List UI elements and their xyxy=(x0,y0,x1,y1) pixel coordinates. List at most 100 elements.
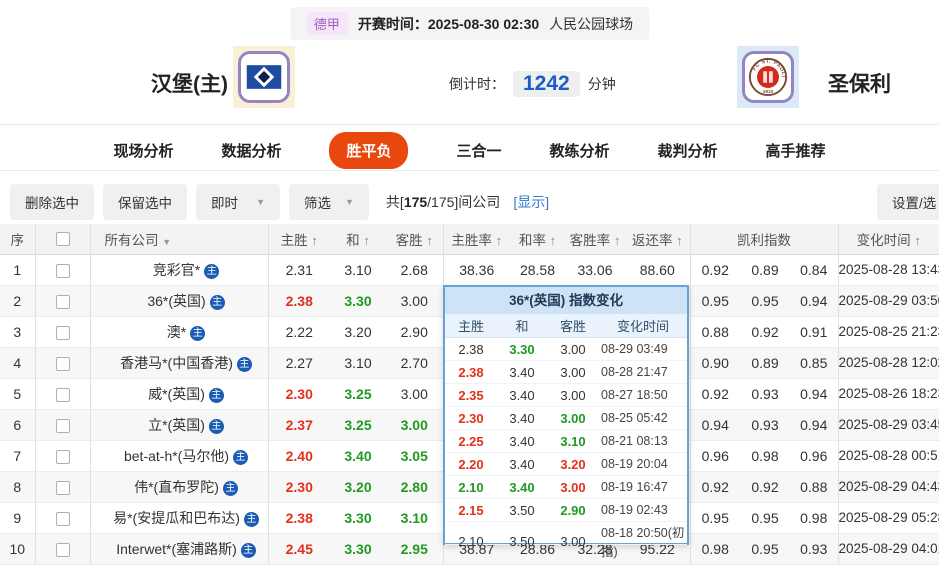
odds-draw[interactable]: 3.30 xyxy=(330,285,386,317)
tab-referee-analysis[interactable]: 裁判分析 xyxy=(658,140,718,161)
kelly-cell: 0.85 xyxy=(790,347,839,379)
show-link[interactable]: [显示] xyxy=(513,192,549,212)
header-away-rate[interactable]: 客胜率 ↑ xyxy=(565,224,625,255)
tab-live-analysis[interactable]: 现场分析 xyxy=(113,140,173,161)
odds-away[interactable]: 2.95 xyxy=(386,533,444,565)
header-return-rate[interactable]: 返还率 ↑ xyxy=(625,224,691,255)
settings-button[interactable]: 设置/选 xyxy=(877,184,939,220)
odds-draw[interactable]: 3.25 xyxy=(330,378,386,410)
row-checkbox xyxy=(55,449,70,464)
odds-away[interactable]: 3.10 xyxy=(386,502,444,534)
company-cell[interactable]: 澳* 主 xyxy=(90,316,269,348)
tab-expert-picks[interactable]: 高手推荐 xyxy=(766,140,826,161)
company-cell[interactable]: 伟*(直布罗陀) 主 xyxy=(90,471,269,503)
company-cell[interactable]: 威*(英国) 主 xyxy=(90,378,269,410)
row-select-cell[interactable] xyxy=(35,285,91,317)
company-name: 伟*(直布罗陀) xyxy=(134,478,219,495)
header-kelly[interactable]: 凯利指数 xyxy=(690,224,839,255)
tab-win-draw-lose[interactable]: 胜平负 xyxy=(329,132,409,169)
row-select-cell[interactable] xyxy=(35,378,91,410)
kelly-cell: 0.89 xyxy=(740,347,790,379)
mode-dropdown[interactable]: 即时 ▼ xyxy=(196,184,280,220)
header-away-odds[interactable]: 客胜 ↑ xyxy=(386,224,444,255)
odds-draw[interactable]: 3.10 xyxy=(330,254,386,286)
change-time: 2025-08-29 05:28 xyxy=(838,502,939,534)
odds-home[interactable]: 2.38 xyxy=(268,285,330,317)
home-badge-icon: 主 xyxy=(236,356,252,372)
odds-home[interactable]: 2.31 xyxy=(268,254,330,286)
company-cell[interactable]: 立*(英国) 主 xyxy=(90,409,269,441)
odds-draw[interactable]: 3.30 xyxy=(330,533,386,565)
popup-away-odds: 3.00 xyxy=(560,410,586,426)
popup-draw-odds: 3.40 xyxy=(509,387,535,403)
odds-away[interactable]: 2.68 xyxy=(386,254,444,286)
odds-draw[interactable]: 3.25 xyxy=(330,409,386,441)
rate-cell: 28.58 xyxy=(510,254,565,286)
row-select-cell[interactable] xyxy=(35,440,91,472)
odds-draw[interactable]: 3.10 xyxy=(330,347,386,379)
company-name: 澳* xyxy=(166,323,187,340)
venue: 人民公园球场 xyxy=(549,15,634,32)
popup-away-odds: 3.00 xyxy=(560,364,586,380)
delete-selected-button[interactable]: 删除选中 xyxy=(10,184,94,220)
company-cell[interactable]: 易*(安提瓜和巴布达) 主 xyxy=(90,502,269,534)
odds-draw[interactable]: 3.20 xyxy=(330,471,386,503)
popup-change-time: 08-21 08:13 xyxy=(601,434,668,448)
keep-selected-button[interactable]: 保留选中 xyxy=(103,184,187,220)
company-cell[interactable]: 36*(英国) 主 xyxy=(90,285,269,317)
row-select-cell[interactable] xyxy=(35,347,91,379)
header-draw-odds[interactable]: 和 ↑ xyxy=(330,224,386,255)
popup-away-odds: 3.00 xyxy=(560,479,586,495)
odds-away[interactable]: 3.05 xyxy=(386,440,444,472)
row-index: 5 xyxy=(0,378,36,410)
odds-away[interactable]: 2.70 xyxy=(386,347,444,379)
odds-draw[interactable]: 3.30 xyxy=(330,502,386,534)
company-cell[interactable]: bet-at-h*(马尔他) 主 xyxy=(90,440,269,472)
odds-home[interactable]: 2.30 xyxy=(268,378,330,410)
header-select-all[interactable] xyxy=(35,224,91,255)
filter-dropdown[interactable]: 筛选 ▼ xyxy=(289,184,369,220)
odds-draw[interactable]: 3.40 xyxy=(330,440,386,472)
header-company[interactable]: 所有公司 ▼ xyxy=(90,224,269,255)
popup-draw-odds: 3.30 xyxy=(509,341,535,357)
popup-header-row: 主胜 和 客胜 变化时间 xyxy=(445,314,687,338)
odds-away[interactable]: 2.90 xyxy=(386,316,444,348)
tab-three-in-one[interactable]: 三合一 xyxy=(456,140,501,161)
odds-home[interactable]: 2.30 xyxy=(268,471,330,503)
odds-home[interactable]: 2.37 xyxy=(268,409,330,441)
odds-away[interactable]: 2.80 xyxy=(386,471,444,503)
company-cell[interactable]: Interwet*(塞浦路斯) 主 xyxy=(90,533,269,565)
odds-home[interactable]: 2.45 xyxy=(268,533,330,565)
table-header-row: 序 所有公司 ▼ 主胜 ↑ 和 ↑ 客胜 ↑ 主胜率 ↑ 和率 ↑ 客胜率 ↑ … xyxy=(0,224,939,255)
odds-away[interactable]: 3.00 xyxy=(386,378,444,410)
odds-draw[interactable]: 3.20 xyxy=(330,316,386,348)
company-cell[interactable]: 竞彩官* 主 xyxy=(90,254,269,286)
popup-change-time: 08-27 18:50 xyxy=(601,388,668,402)
row-index: 10 xyxy=(0,533,36,565)
popup-away-odds: 3.10 xyxy=(560,433,586,449)
popup-home-odds: 2.15 xyxy=(458,502,484,518)
odds-home[interactable]: 2.38 xyxy=(268,502,330,534)
odds-away[interactable]: 3.00 xyxy=(386,285,444,317)
header-change-time[interactable]: 变化时间 ↑ xyxy=(838,224,939,255)
row-select-cell[interactable] xyxy=(35,409,91,441)
row-select-cell[interactable] xyxy=(35,533,91,565)
odds-home[interactable]: 2.22 xyxy=(268,316,330,348)
header-home-odds[interactable]: 主胜 ↑ xyxy=(268,224,330,255)
row-select-cell[interactable] xyxy=(35,502,91,534)
row-select-cell[interactable] xyxy=(35,316,91,348)
kelly-cell: 0.95 xyxy=(740,533,790,565)
tab-coach-analysis[interactable]: 教练分析 xyxy=(550,140,610,161)
change-time: 2025-08-25 21:23 xyxy=(838,316,939,348)
popup-home-odds: 2.38 xyxy=(458,341,484,357)
header-draw-rate[interactable]: 和率 ↑ xyxy=(510,224,565,255)
row-select-cell[interactable] xyxy=(35,471,91,503)
tab-data-analysis[interactable]: 数据分析 xyxy=(221,140,281,161)
header-home-rate[interactable]: 主胜率 ↑ xyxy=(443,224,510,255)
popup-draw-odds: 3.40 xyxy=(509,364,535,380)
odds-away[interactable]: 3.00 xyxy=(386,409,444,441)
company-cell[interactable]: 香港马*(中国香港) 主 xyxy=(90,347,269,379)
odds-home[interactable]: 2.40 xyxy=(268,440,330,472)
row-select-cell[interactable] xyxy=(35,254,91,286)
odds-home[interactable]: 2.27 xyxy=(268,347,330,379)
